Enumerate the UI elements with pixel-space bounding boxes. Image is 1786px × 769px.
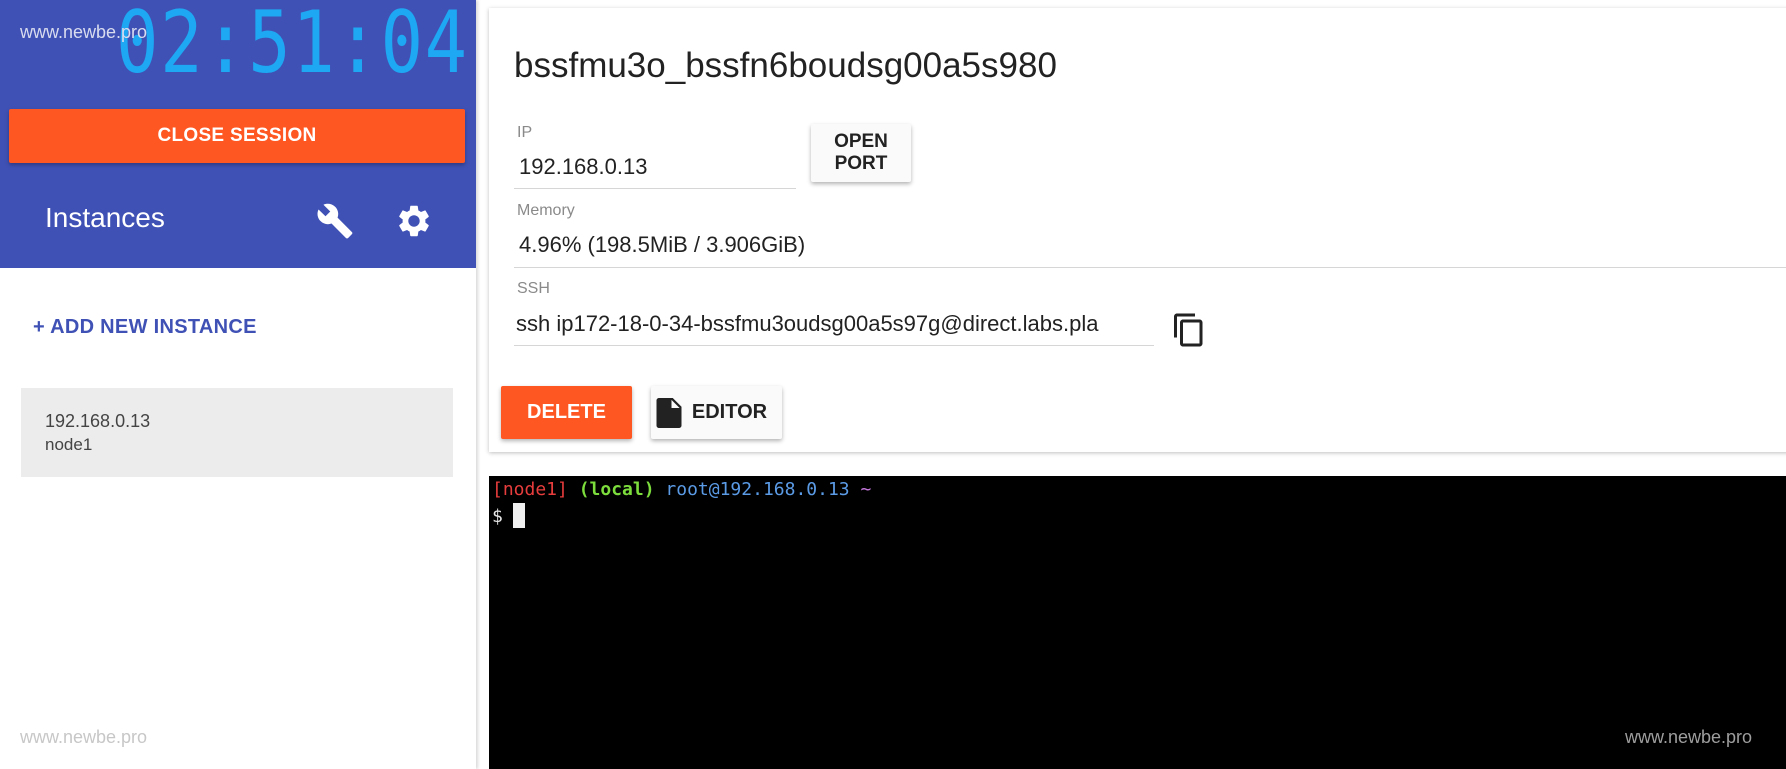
watermark-bottom-left: www.newbe.pro [20,727,148,747]
instance-title: bssfmu3o_bssfn6boudsg00a5s980 [514,46,1057,85]
memory-label: Memory [517,202,575,219]
app-root: 02:51:04 www.newbe.pro CLOSE SESSION Ins… [0,0,1786,769]
add-new-instance-button[interactable]: + ADD NEW INSTANCE [33,316,257,339]
memory-underline [514,267,1786,268]
open-port-button[interactable]: OPEN PORT [811,124,911,182]
instance-list-item[interactable]: 192.168.0.13 node1 [21,388,453,477]
watermark-top: www.newbe.pro [20,22,148,42]
ssh-label: SSH [517,280,550,297]
ssh-underline [514,345,1154,346]
close-session-button[interactable]: CLOSE SESSION [9,109,465,163]
terminal-node-name: [node1] [492,479,568,500]
session-timer: 02:51:04 [116,0,469,93]
terminal[interactable]: [node1] (local) root@192.168.0.13 ~ $ [489,476,1786,769]
instances-title: Instances [45,202,165,233]
wrench-icon[interactable] [316,202,354,240]
editor-button[interactable]: EDITOR [651,386,782,439]
instance-details-card: bssfmu3o_bssfn6boudsg00a5s980 IP 192.168… [489,8,1786,452]
sidebar: 02:51:04 www.newbe.pro CLOSE SESSION Ins… [0,0,476,769]
delete-button[interactable]: DELETE [501,386,632,439]
ssh-value[interactable]: ssh ip172-18-0-34-bssfmu3oudsg00a5s97g@d… [516,311,1156,337]
terminal-cwd: ~ [860,479,872,500]
gear-icon[interactable] [395,202,433,240]
terminal-cursor [512,503,525,528]
terminal-prompt-line: [node1] (local) root@192.168.0.13 ~ [492,476,871,503]
sidebar-header: 02:51:04 www.newbe.pro CLOSE SESSION Ins… [0,0,476,268]
watermark-bottom-right: www.newbe.pro [1625,727,1753,747]
instance-list-ip: 192.168.0.13 [45,411,151,431]
terminal-input-line: $ [492,503,525,530]
terminal-local-tag: (local) [578,479,655,500]
ip-value[interactable]: 192.168.0.13 [519,154,789,180]
terminal-user-host: root@192.168.0.13 [665,479,850,500]
file-icon [656,397,682,428]
ip-label: IP [517,124,533,141]
copy-icon[interactable] [1171,310,1207,350]
ip-underline [514,188,796,189]
editor-button-label: EDITOR [691,401,768,423]
terminal-prompt-symbol: $ [492,506,503,527]
memory-value: 4.96% (198.5MiB / 3.906GiB) [519,232,806,257]
instance-list-name: node1 [45,435,93,454]
